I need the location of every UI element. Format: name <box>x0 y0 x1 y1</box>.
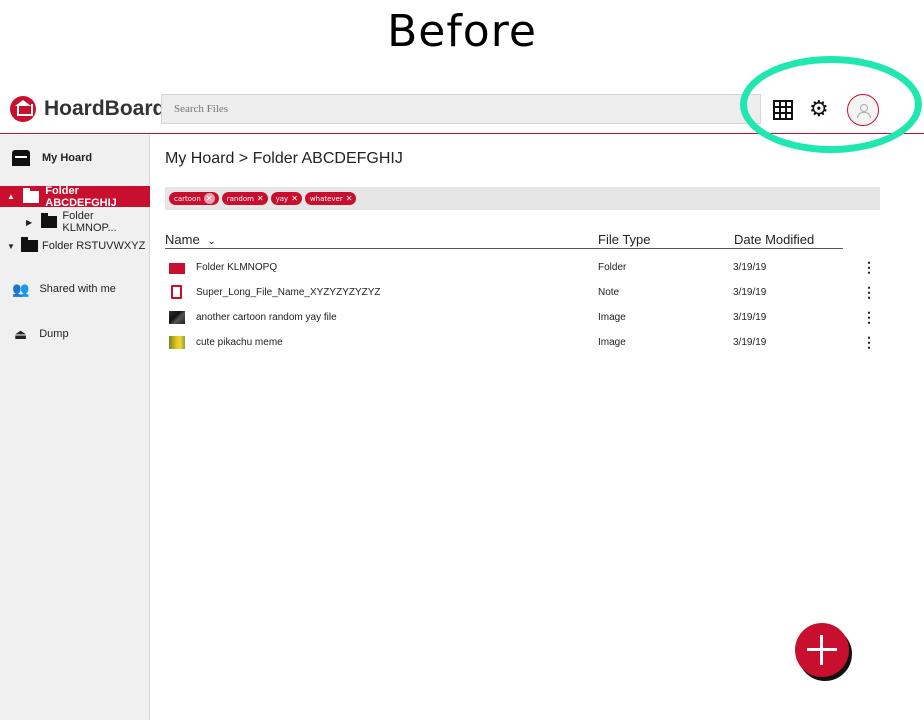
sidebar-item-label: My Hoard <box>42 152 93 164</box>
app-name: HoardBoard <box>44 97 166 120</box>
top-bar: HoardBoard ⚙ <box>0 56 924 153</box>
caret-up-icon[interactable]: ▲ <box>7 192 17 201</box>
remove-tag-icon[interactable]: ✕ <box>257 194 264 203</box>
sidebar-item-label: Dump <box>39 328 69 340</box>
folder-icon <box>21 237 38 252</box>
tag-chip[interactable]: yay ✕ <box>270 192 302 205</box>
grid-view-icon[interactable] <box>773 100 793 120</box>
more-vert-icon[interactable]: ⋮ <box>862 284 876 301</box>
table-row[interactable]: Folder KLMNOPQ Folder 3/19/19 ⋮ <box>165 258 876 278</box>
app-window: HoardBoard ⚙ My Hoard ▲ Folder ABCDEFGHI… <box>0 56 924 720</box>
tag-label: yay <box>275 194 289 203</box>
people-icon: 👥 <box>12 281 30 297</box>
house-logo-icon <box>10 96 36 122</box>
date-modified: 3/19/19 <box>733 312 767 323</box>
sidebar-item-shared[interactable]: 👥 Shared with me <box>12 279 116 299</box>
folder-icon <box>40 213 58 228</box>
chevron-down-icon[interactable]: ⌄ <box>207 236 215 247</box>
more-vert-icon[interactable]: ⋮ <box>862 309 876 326</box>
tag-filter-bar: cartoon ✕ random ✕ yay ✕ whatever ✕ <box>165 187 880 210</box>
sidebar-item-folder-rstuvwxyz[interactable]: ▼ Folder RSTUVWXYZ <box>7 236 145 256</box>
breadcrumb: My Hoard > Folder ABCDEFGHIJ <box>165 150 403 167</box>
tag-label: random <box>226 194 254 203</box>
caret-right-icon[interactable]: ▶ <box>26 218 36 227</box>
sidebar-item-label: Shared with me <box>39 283 116 295</box>
column-label: Name <box>165 232 200 247</box>
column-header-file-type[interactable]: File Type <box>598 232 651 247</box>
tag-label: whatever <box>309 194 343 203</box>
column-header-name[interactable]: Name ⌄ <box>165 232 216 247</box>
sidebar-item-label: Folder RSTUVWXYZ <box>42 240 146 252</box>
table-row[interactable]: Super_Long_File_Name_XYZYZYZYZYZ Note 3/… <box>165 283 876 303</box>
date-modified: 3/19/19 <box>733 262 767 273</box>
date-modified: 3/19/19 <box>733 287 767 298</box>
note-icon <box>171 285 182 299</box>
remove-tag-icon[interactable]: ✕ <box>291 194 298 203</box>
folder-icon <box>169 263 185 274</box>
more-vert-icon[interactable]: ⋮ <box>862 259 876 276</box>
search-input[interactable] <box>161 94 761 124</box>
toolbar-icons: ⚙ <box>773 94 879 126</box>
caret-down-icon[interactable]: ▼ <box>7 242 17 251</box>
sidebar-item-label: Folder KLMNOP... <box>62 210 117 234</box>
header-divider <box>165 248 843 249</box>
date-modified: 3/19/19 <box>733 337 767 348</box>
file-type: Image <box>598 312 626 323</box>
upload-icon: ⏏ <box>14 326 28 342</box>
file-type: Folder <box>598 262 627 273</box>
remove-tag-icon[interactable]: ✕ <box>346 194 353 203</box>
remove-tag-icon[interactable]: ✕ <box>203 193 215 204</box>
file-name: another cartoon random yay file <box>196 312 337 323</box>
drawer-icon <box>12 150 30 166</box>
image-thumb-icon <box>169 336 185 349</box>
file-name: cute pikachu meme <box>196 337 283 348</box>
sidebar-item-folder-klmnop[interactable]: ▶ Folder KLMNOP... <box>26 210 149 234</box>
settings-gear-icon[interactable]: ⚙ <box>809 99 829 121</box>
sidebar: My Hoard ▲ Folder ABCDEFGHIJ ▶ Folder KL… <box>0 135 150 720</box>
sidebar-item-my-hoard[interactable]: My Hoard <box>12 147 92 169</box>
logo[interactable]: HoardBoard <box>10 96 165 122</box>
sidebar-item-dump[interactable]: ⏏ Dump <box>14 324 69 344</box>
file-type: Note <box>598 287 620 298</box>
file-type: Image <box>598 337 626 348</box>
file-name: Folder KLMNOPQ <box>196 262 278 273</box>
before-caption: Before <box>387 6 537 57</box>
file-name: Super_Long_File_Name_XYZYZYZYZYZ <box>196 287 381 298</box>
table-row[interactable]: another cartoon random yay file Image 3/… <box>165 308 876 328</box>
sidebar-item-folder-abcdefghij[interactable]: ▲ Folder ABCDEFGHIJ <box>0 184 150 209</box>
image-thumb-icon <box>169 311 185 324</box>
more-vert-icon[interactable]: ⋮ <box>862 334 876 351</box>
tag-chip[interactable]: random ✕ <box>221 192 268 205</box>
table-row[interactable]: cute pikachu meme Image 3/19/19 ⋮ <box>165 333 876 353</box>
column-header-date-modified[interactable]: Date Modified <box>734 232 814 247</box>
folder-icon <box>22 187 40 203</box>
sidebar-item-label: Folder ABCDEFGHIJ <box>45 184 117 209</box>
tag-chip[interactable]: whatever ✕ <box>304 192 357 205</box>
tag-label: cartoon <box>174 194 201 203</box>
user-avatar[interactable] <box>846 94 879 126</box>
add-button[interactable] <box>795 623 849 677</box>
tag-chip[interactable]: cartoon ✕ <box>169 192 219 205</box>
